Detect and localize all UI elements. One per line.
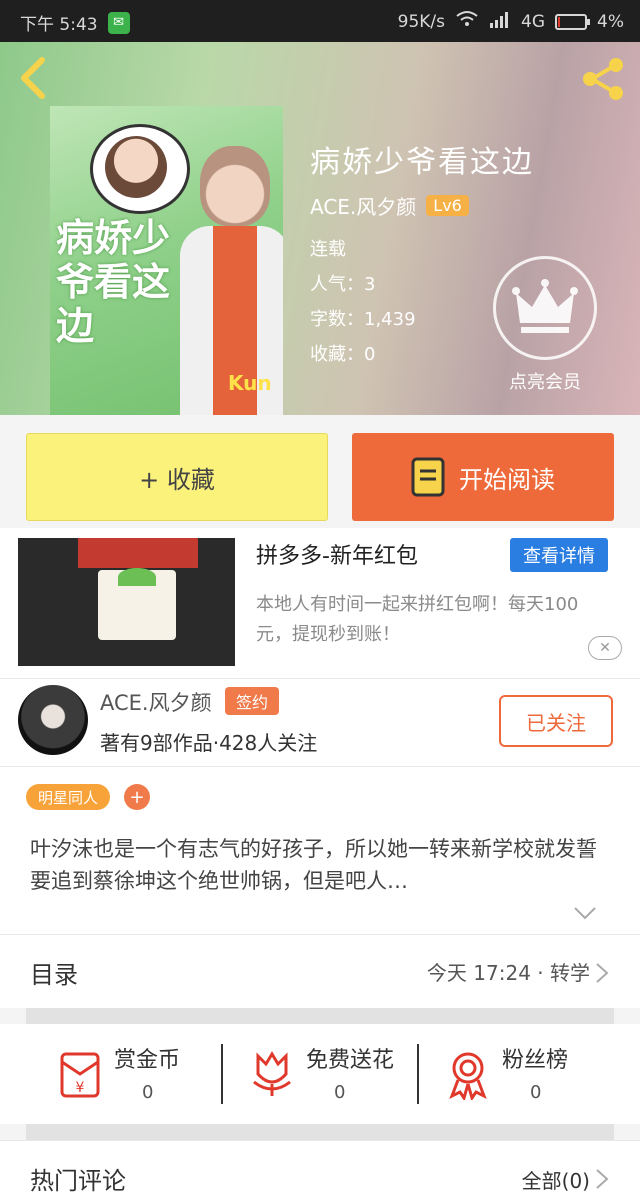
- reward-flower-count: 0: [334, 1082, 346, 1103]
- signed-badge: 签约: [225, 687, 279, 715]
- chevron-right-icon: [596, 1169, 609, 1189]
- follow-button[interactable]: 已关注: [499, 695, 613, 747]
- genre-tag[interactable]: 明星同人: [26, 784, 111, 810]
- reward-bar: ¥ 赏金币 0 免费送花 0 粉丝榜 0: [0, 1024, 640, 1124]
- collect-button[interactable]: + 收藏: [26, 433, 328, 521]
- author-name[interactable]: ACE.风夕颜: [100, 687, 212, 717]
- divider: [26, 1124, 614, 1140]
- book-popularity: 人气：3: [310, 274, 376, 295]
- share-button[interactable]: [578, 54, 628, 104]
- crown-icon: [512, 279, 578, 333]
- level-badge: Lv6: [426, 195, 469, 216]
- battery-percent: 4%: [597, 11, 624, 32]
- network-type: 4G: [521, 11, 546, 32]
- reward-fans[interactable]: 粉丝榜 0: [414, 1024, 610, 1124]
- ad-image[interactable]: [18, 538, 235, 666]
- wifi-icon: [455, 10, 479, 33]
- ad-description: 本地人有时间一起来拼红包啊！每天100元，提现秒到账！: [256, 594, 579, 645]
- vip-label: 点亮会员: [509, 372, 581, 393]
- book-status: 连载: [310, 239, 346, 260]
- ad-banner[interactable]: 拼多多-新年红包 查看详情 本地人有时间一起来拼红包啊！每天100元，提现秒到账…: [0, 528, 640, 678]
- author-card: ACE.风夕颜 签约 著有9部作品·428人关注 已关注: [0, 678, 640, 766]
- ad-detail-button[interactable]: 查看详情: [510, 538, 608, 572]
- reward-coin[interactable]: ¥ 赏金币 0: [26, 1024, 222, 1124]
- reward-coin-count: 0: [142, 1082, 154, 1103]
- ad-close-button[interactable]: ✕: [588, 636, 622, 660]
- reward-flower[interactable]: 免费送花 0: [218, 1024, 414, 1124]
- back-button[interactable]: [14, 56, 54, 100]
- reward-coin-label: 赏金币: [114, 1048, 181, 1073]
- synopsis: 叶汐沫也是一个有志气的好孩子，所以她一转来新学校就发誓要追到蔡徐坤这个绝世帅锅，…: [30, 837, 597, 893]
- wechat-icon: ✉: [107, 11, 130, 34]
- book-title: 病娇少爷看这边: [310, 145, 534, 180]
- net-speed: 95K/s: [397, 11, 446, 32]
- cover-badge: Kun: [228, 371, 272, 395]
- svg-text:¥: ¥: [76, 1080, 85, 1096]
- battery-icon: [555, 13, 591, 30]
- latest-chapter: 今天 17:24 · 转学: [426, 961, 590, 985]
- ad-title[interactable]: 拼多多-新年红包: [256, 538, 418, 570]
- chevron-down-icon[interactable]: [572, 903, 598, 923]
- cover-title: 病娇少爷看这边: [56, 215, 171, 348]
- hot-comments-row[interactable]: 热门评论 全部(0): [0, 1140, 640, 1194]
- start-reading-button[interactable]: 开始阅读: [352, 433, 614, 521]
- cover-face: [105, 136, 167, 198]
- book-word-count: 字数：1,439: [310, 309, 416, 330]
- catalog-row[interactable]: 目录 今天 17:24 · 转学: [0, 934, 640, 1008]
- red-envelope-icon: ¥: [60, 1052, 100, 1098]
- add-tag-button[interactable]: +: [124, 784, 150, 810]
- medal-icon: [449, 1052, 487, 1100]
- all-comments-link[interactable]: 全部(0): [522, 1165, 590, 1194]
- share-icon: [583, 58, 623, 100]
- chevron-right-icon: [596, 963, 609, 983]
- status-bar: 下午 5:43 ✉ 95K/s 4G 4%: [0, 0, 640, 42]
- reward-fans-count: 0: [530, 1082, 542, 1103]
- book-cover[interactable]: 病娇少爷看这边 Kun: [50, 106, 283, 415]
- collect-label: + 收藏: [139, 465, 215, 494]
- author-stats: 著有9部作品·428人关注: [100, 731, 318, 755]
- vip-button[interactable]: [493, 256, 597, 360]
- book-hero: 病娇少爷看这边 Kun 病娇少爷看这边 ACE.风夕颜 Lv6 连载 人气：3 …: [0, 42, 640, 415]
- reward-fans-label: 粉丝榜: [502, 1048, 569, 1073]
- chevron-left-icon: [21, 57, 45, 99]
- read-label: 开始阅读: [459, 465, 555, 494]
- book-author[interactable]: ACE.风夕颜: [310, 191, 416, 220]
- reward-flower-label: 免费送花: [306, 1048, 395, 1073]
- divider: [26, 1008, 614, 1024]
- flower-icon: [253, 1051, 291, 1096]
- book-favorites: 收藏：0: [310, 344, 376, 365]
- avatar[interactable]: [18, 685, 88, 755]
- signal-icon: [489, 10, 511, 33]
- book-author-line: ACE.风夕颜 Lv6: [310, 191, 469, 220]
- book-info: 明星同人 + 叶汐沫也是一个有志气的好孩子，所以她一转来新学校就发誓要追到蔡徐坤…: [0, 766, 640, 934]
- book-icon: [411, 457, 445, 497]
- catalog-label: 目录: [30, 961, 78, 989]
- status-time: 下午 5:43: [20, 15, 98, 35]
- hot-comments-label: 热门评论: [30, 1167, 126, 1194]
